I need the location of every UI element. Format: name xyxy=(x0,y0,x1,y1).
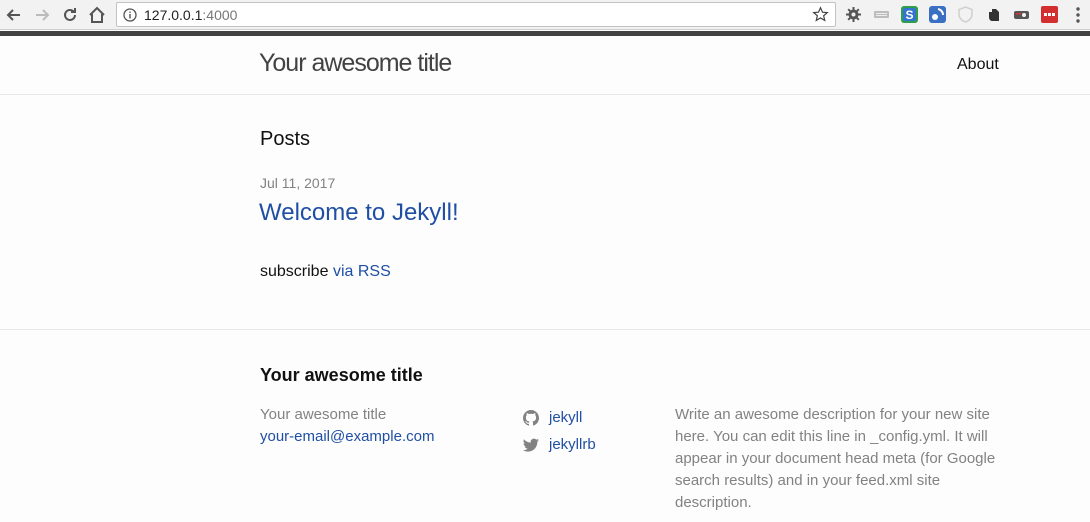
star-icon[interactable] xyxy=(812,6,829,23)
github-link[interactable]: jekyll xyxy=(549,404,582,431)
site-footer: Your awesome title Your awesome title yo… xyxy=(0,329,1090,522)
site-description: Write an awesome description for your ne… xyxy=(675,406,996,511)
s-badge-icon[interactable]: S xyxy=(901,6,918,23)
address-bar[interactable]: 127.0.0.1:4000 xyxy=(116,2,836,27)
url-port: :4000 xyxy=(202,7,238,23)
back-arrow-icon[interactable] xyxy=(4,5,24,25)
twitter-link[interactable]: jekyllrb xyxy=(549,431,596,458)
url-text[interactable]: 127.0.0.1:4000 xyxy=(144,7,237,23)
site-title-link[interactable]: Your awesome title xyxy=(259,49,452,78)
footer-heading: Your awesome title xyxy=(260,365,423,385)
gear-icon[interactable] xyxy=(845,6,862,23)
svg-text:S: S xyxy=(905,8,913,22)
keyboard-icon[interactable] xyxy=(873,6,890,23)
post-date: Jul 11, 2017 xyxy=(260,175,336,191)
github-icon xyxy=(523,409,539,426)
twitter-icon xyxy=(523,438,539,452)
nav-about-link[interactable]: About xyxy=(957,56,999,74)
subscribe-line: subscribe via RSS xyxy=(260,263,391,281)
email-link[interactable]: your-email@example.com xyxy=(260,428,434,445)
url-host: 127.0.0.1 xyxy=(144,7,203,23)
bookmark-hub-icon[interactable] xyxy=(1013,6,1030,23)
posts-heading: Posts xyxy=(260,128,311,150)
shield-icon[interactable] xyxy=(957,6,974,23)
forward-arrow-icon[interactable] xyxy=(32,5,52,25)
footer-site-name: Your awesome title xyxy=(260,406,387,423)
footer-contact: Your awesome title your-email@example.co… xyxy=(260,404,434,448)
sync-icon[interactable] xyxy=(1041,6,1058,23)
post-title-link[interactable]: Welcome to Jekyll! xyxy=(259,199,459,227)
info-icon[interactable] xyxy=(123,8,137,22)
rss-link[interactable]: via RSS xyxy=(333,263,391,280)
subscribe-text: subscribe xyxy=(260,263,329,280)
github-row: jekyll xyxy=(523,404,596,431)
feed-icon[interactable] xyxy=(929,6,946,23)
reload-icon[interactable] xyxy=(60,5,80,25)
home-icon[interactable] xyxy=(87,5,107,25)
site-header: Your awesome title About xyxy=(0,36,1090,95)
evernote-icon[interactable] xyxy=(985,6,1002,23)
menu-icon[interactable] xyxy=(1075,6,1081,24)
browser-toolbar: 127.0.0.1:4000 S xyxy=(0,0,1090,30)
footer-social: jekyll jekyllrb xyxy=(523,404,596,458)
twitter-row: jekyllrb xyxy=(523,431,596,458)
